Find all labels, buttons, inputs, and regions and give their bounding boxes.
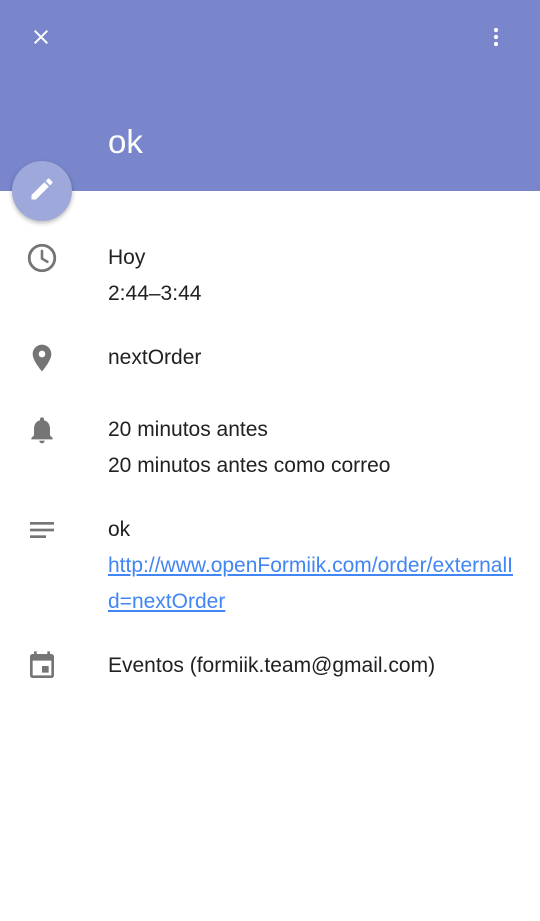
close-icon[interactable] <box>29 25 53 54</box>
description-link[interactable]: http://www.openFormiik.com/order/externa… <box>108 548 520 620</box>
event-time-range: 2:44–3:44 <box>108 282 202 305</box>
event-calendar: Eventos (formiik.team@gmail.com) <box>108 654 436 677</box>
pencil-icon[interactable] <box>28 175 56 208</box>
clock-icon <box>24 240 60 276</box>
event-title: ok <box>108 123 143 160</box>
event-description: ok <box>108 518 131 541</box>
edit-event-button[interactable] <box>12 161 72 221</box>
reminder-item: 20 minutos antes como correo <box>108 454 391 477</box>
event-location[interactable]: nextOrder <box>108 340 520 376</box>
more-options-button[interactable] <box>476 19 516 59</box>
calendar-icon <box>24 648 60 684</box>
close-button[interactable] <box>21 19 61 59</box>
reminder-item: 20 minutos antes <box>108 418 268 441</box>
place-icon <box>24 340 60 376</box>
more-vert-icon[interactable] <box>484 25 508 54</box>
event-header: ok <box>0 0 540 191</box>
notes-icon <box>24 512 60 548</box>
event-day: Hoy <box>108 246 146 269</box>
bell-icon <box>24 412 60 448</box>
